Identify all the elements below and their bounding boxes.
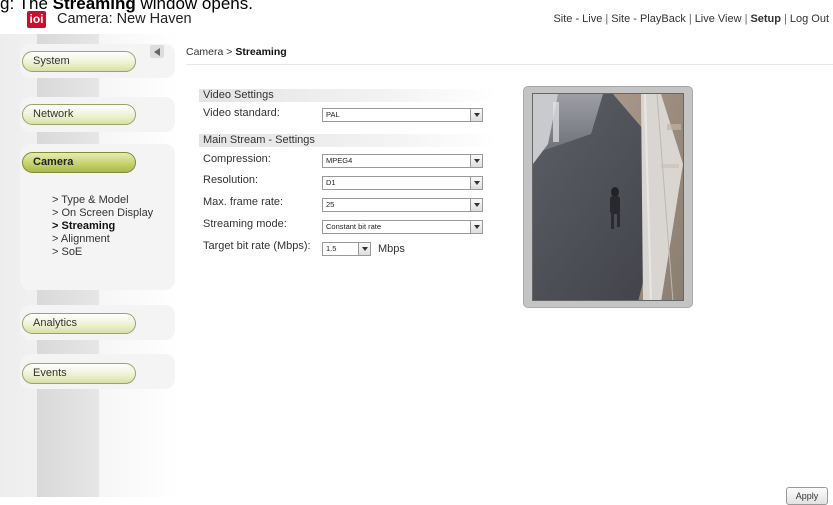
sub-item-alignment[interactable]: > Alignment <box>52 233 153 246</box>
sidebar-item-analytics[interactable]: Analytics <box>22 313 136 334</box>
bitrate-unit: Mbps <box>378 243 405 255</box>
frame-rate-label: Max. frame rate: <box>203 196 284 208</box>
breadcrumb: Camera > Streaming <box>186 46 287 58</box>
sidebar-item-network[interactable]: Network <box>22 104 136 125</box>
dropdown-arrow-icon <box>470 155 482 167</box>
video-standard-label: Video standard: <box>203 107 280 119</box>
breadcrumb-current: Streaming <box>235 46 287 58</box>
streaming-mode-select[interactable]: Constant bit rate <box>322 220 483 234</box>
sidebar-item-events[interactable]: Events <box>22 363 136 384</box>
camera-video-preview[interactable] <box>532 93 684 301</box>
nav-site-playback[interactable]: Site - PlayBack <box>611 13 686 25</box>
nav-separator: | <box>784 13 787 25</box>
nav-separator: | <box>605 13 609 25</box>
video-scene-image <box>533 94 683 300</box>
bitrate-label: Target bit rate (Mbps): <box>203 240 311 252</box>
video-preview-frame <box>523 86 693 308</box>
app-title: Camera: New Haven <box>57 11 192 27</box>
collapse-sidebar-arrow-icon[interactable] <box>150 45 164 58</box>
streaming-mode-value: Constant bit rate <box>326 222 382 231</box>
top-nav: Site - Live | Site - PlayBack | Live View | Se… <box>553 12 829 26</box>
resolution-label: Resolution: <box>203 174 259 186</box>
resolution-select[interactable]: D1 <box>322 176 483 190</box>
apply-button[interactable]: Apply <box>786 487 828 505</box>
nav-separator: | <box>688 13 692 25</box>
compression-value: MPEG4 <box>326 156 353 165</box>
nav-setup[interactable]: Setup <box>750 13 781 25</box>
sub-item-type-model[interactable]: > Type & Model <box>52 194 153 207</box>
frame-rate-select[interactable]: 25 <box>322 198 483 212</box>
compression-label: Compression: <box>203 153 271 165</box>
bitrate-select[interactable]: 1.5 <box>322 242 371 256</box>
bitrate-value: 1.5 <box>326 244 337 253</box>
video-standard-value: PAL <box>326 110 340 119</box>
frame-rate-value: 25 <box>326 200 335 209</box>
breadcrumb-root[interactable]: Camera <box>186 46 223 58</box>
dropdown-arrow-icon <box>470 109 482 121</box>
ioi-logo: ioi <box>27 11 46 28</box>
top-bar: ioi Camera: New Haven Site - Live | Site -… <box>0 9 833 31</box>
dropdown-arrow-icon <box>470 177 482 189</box>
dropdown-arrow-icon <box>470 199 482 211</box>
nav-log-out[interactable]: Log Out <box>790 13 829 25</box>
breadcrumb-divider <box>186 64 833 65</box>
sidebar-item-camera[interactable]: Camera <box>22 152 136 173</box>
breadcrumb-separator: > <box>223 46 236 58</box>
dropdown-arrow-icon <box>358 243 370 255</box>
nav-site-live[interactable]: Site - Live <box>553 13 602 25</box>
streaming-mode-label: Streaming mode: <box>203 218 287 230</box>
video-standard-select[interactable]: PAL <box>322 108 483 122</box>
sub-item-soe[interactable]: > SoE <box>52 246 153 259</box>
section-main-stream-settings: Main Stream - Settings <box>199 134 497 147</box>
dropdown-arrow-icon <box>470 221 482 233</box>
compression-select[interactable]: MPEG4 <box>322 154 483 168</box>
sub-item-streaming[interactable]: > Streaming <box>52 220 153 233</box>
resolution-value: D1 <box>326 178 336 187</box>
camera-sub-menu: > Type & Model > On Screen Display > Str… <box>52 194 153 259</box>
sub-item-on-screen-display[interactable]: > On Screen Display <box>52 207 153 220</box>
nav-live-view[interactable]: Live View <box>695 13 742 25</box>
sidebar-item-system[interactable]: System <box>22 51 136 72</box>
section-video-settings: Video Settings <box>199 89 497 102</box>
